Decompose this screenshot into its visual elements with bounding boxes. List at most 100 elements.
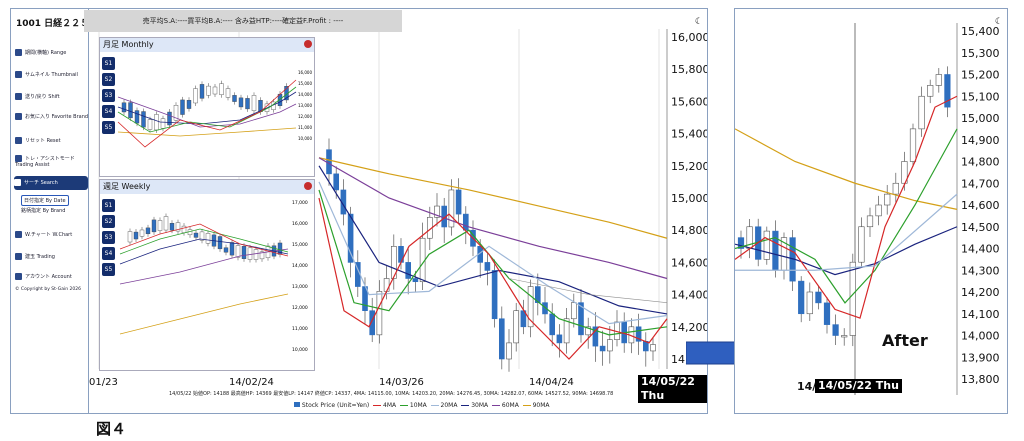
sidebar-item-account[interactable]: アカウント Account (15, 273, 93, 280)
s5-button[interactable]: S5 (102, 121, 115, 134)
sidebar-subitem-by-brand[interactable]: 銘柄指定 By Brand (21, 207, 65, 214)
search-icon (14, 179, 21, 186)
candle (193, 88, 198, 104)
thumbnail-icon (15, 71, 22, 78)
x-tick-label: 14/03/26 (379, 377, 424, 388)
weekly-title: 週足 Weekly (100, 180, 314, 194)
y-tick-label: 14,900 (961, 134, 1000, 147)
candle (217, 236, 223, 250)
candle (570, 302, 577, 320)
y-tick-label: 15,600 (671, 95, 707, 108)
candle (193, 232, 199, 238)
ma90-line (119, 293, 289, 335)
weekly-chart-window[interactable]: 週足 Weekly 17,000 16,000 15,000 14,000 13,000… (99, 179, 315, 371)
candle (219, 83, 224, 95)
legend-price: Stock Price (Unit=Yen) (294, 402, 369, 409)
s3-button[interactable]: S3 (102, 231, 115, 244)
sidebar-item-favorite[interactable]: お気に入り Favorite Brand (15, 113, 93, 120)
y-tick-label: 17,000 (292, 200, 308, 206)
candle (806, 291, 813, 315)
sidebar-item-shift[interactable]: 送り/戻り Shift (15, 93, 93, 100)
candle (134, 110, 140, 124)
candle (326, 149, 332, 175)
candle (513, 310, 520, 344)
candle (498, 318, 505, 360)
s2-button[interactable]: S2 (102, 215, 115, 228)
candle (376, 291, 383, 336)
sidebar-item-trading[interactable]: 建玉 Trading (15, 253, 93, 260)
y-tick-label: 15,800 (671, 63, 707, 76)
candle (199, 84, 205, 99)
candle (206, 85, 211, 96)
ma10-line (735, 128, 958, 304)
candle (347, 213, 354, 263)
candle (232, 95, 237, 102)
candle (556, 334, 563, 344)
sidebar: 1001 日経２２５ 期間(横軸) Range サムネイル Thumbnail … (10, 8, 90, 414)
sidebar-item-label: お気に入り Favorite Brand (25, 114, 89, 120)
s3-button[interactable]: S3 (102, 89, 115, 102)
y-tick-label: 15,000 (298, 81, 312, 86)
monthly-chart-window[interactable]: 月足 Monthly 16,000 15,000 14,000 13,000 12,00… (99, 37, 315, 177)
sidebar-item-label: 送り/戻り Shift (25, 94, 60, 100)
y-tick-label: 15,200 (961, 69, 1000, 82)
moon-icon[interactable]: ☾ (995, 17, 1003, 27)
y-tick-label: 14,600 (961, 199, 1000, 212)
sidebar-item-label: サムネイル Thumbnail (25, 72, 78, 78)
s1-button[interactable]: S1 (102, 199, 115, 212)
ma4-line (735, 95, 958, 319)
sidebar-item-reset[interactable]: リセット Reset (15, 137, 93, 144)
y-tick-label: 10,000 (292, 347, 308, 353)
after-chart-svg[interactable]: 15,400 15,300 15,200 15,100 15,000 14,900 14,8… (735, 9, 1007, 413)
s2-button[interactable]: S2 (102, 73, 115, 86)
legend-10ma: 10MA (399, 402, 427, 409)
close-icon[interactable] (304, 40, 312, 48)
moon-icon[interactable]: ☾ (695, 17, 703, 27)
after-label: After (882, 331, 928, 350)
after-date-prefix: 14/ (797, 380, 817, 393)
y-tick-label: 15,400 (961, 25, 1000, 38)
candle (798, 280, 805, 315)
legend-60ma: 60MA (491, 402, 519, 409)
y-tick-label: 15,000 (961, 112, 1000, 125)
y-tick-label: 14,000 (292, 263, 308, 269)
monthly-title: 月足 Monthly (100, 38, 314, 52)
s5-button[interactable]: S5 (102, 263, 115, 276)
sidebar-item-wchart[interactable]: W.チャート W.Chart (15, 231, 93, 238)
s4-button[interactable]: S4 (102, 105, 115, 118)
y-tick-label: 14,000 (961, 330, 1000, 343)
s1-button[interactable]: S1 (102, 57, 115, 70)
candle (815, 291, 822, 304)
main-highlight-date: 14/05/22 Thu (638, 375, 707, 403)
legend-4ma: 4MA (373, 402, 396, 409)
candle (160, 118, 166, 129)
ma90-line (117, 127, 297, 137)
candle (247, 247, 253, 260)
candle (412, 278, 419, 283)
sidebar-item-range[interactable]: 期間(横軸) Range (15, 49, 93, 56)
close-icon[interactable] (304, 182, 312, 190)
candle (763, 230, 770, 260)
s4-button[interactable]: S4 (102, 247, 115, 260)
sidebar-item-label: リセット Reset (25, 138, 61, 144)
y-tick-label: 14,000 (298, 92, 312, 97)
y-tick-label: 15,100 (961, 90, 1000, 103)
candle (180, 99, 185, 115)
sidebar-item-thumbnail[interactable]: サムネイル Thumbnail (15, 71, 93, 78)
legend-90ma: 90MA (522, 402, 549, 409)
candle (241, 246, 247, 259)
candle (235, 245, 241, 258)
sidebar-item-trading-assist[interactable]: トレ・アシストモード Trading Assist (15, 155, 93, 168)
candle (141, 111, 146, 128)
y-tick-label: 13,900 (961, 351, 1000, 364)
candle (506, 342, 512, 360)
sidebar-item-search[interactable]: サーチ Search (14, 176, 88, 190)
y-tick-label: 14,700 (961, 177, 1000, 190)
y-tick-label: 14,800 (671, 224, 707, 237)
main-legend: Stock Price (Unit=Yen) 4MA 10MA 20MA 30M… (294, 402, 549, 409)
candle (909, 128, 917, 162)
y-tick-label: 16,000 (292, 221, 308, 227)
sidebar-subitem-by-date[interactable]: 日付指定 By Date (21, 195, 69, 206)
candle (121, 102, 127, 113)
sidebar-item-label: アカウント Account (25, 274, 72, 280)
